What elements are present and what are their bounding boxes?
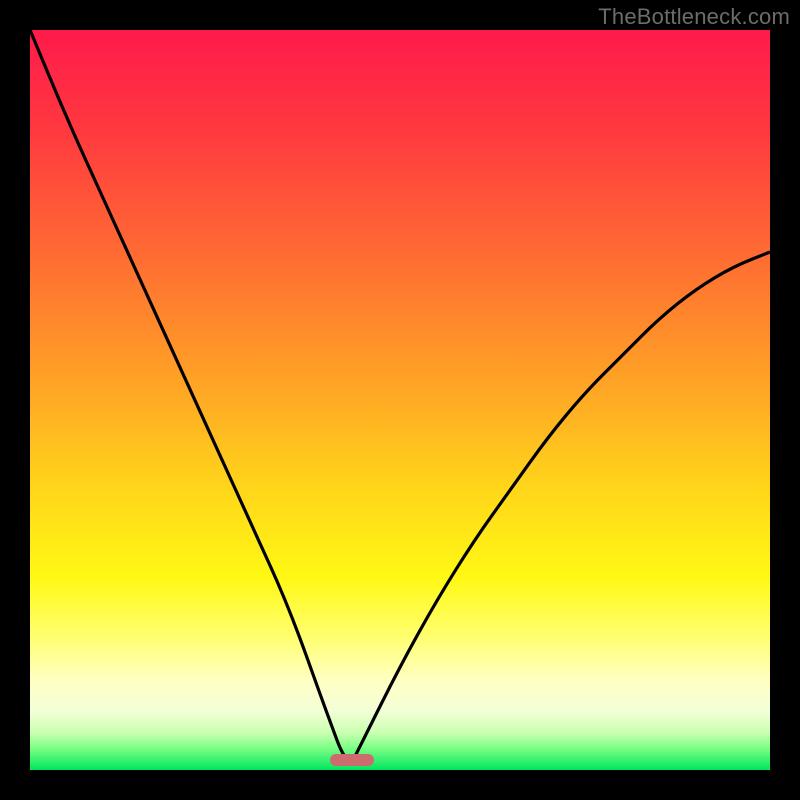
optimum-marker xyxy=(330,754,374,766)
watermark-text: TheBottleneck.com xyxy=(598,4,790,30)
chart-frame: TheBottleneck.com xyxy=(0,0,800,800)
curve-path xyxy=(30,30,770,760)
bottleneck-curve xyxy=(30,30,770,770)
plot-area xyxy=(30,30,770,770)
